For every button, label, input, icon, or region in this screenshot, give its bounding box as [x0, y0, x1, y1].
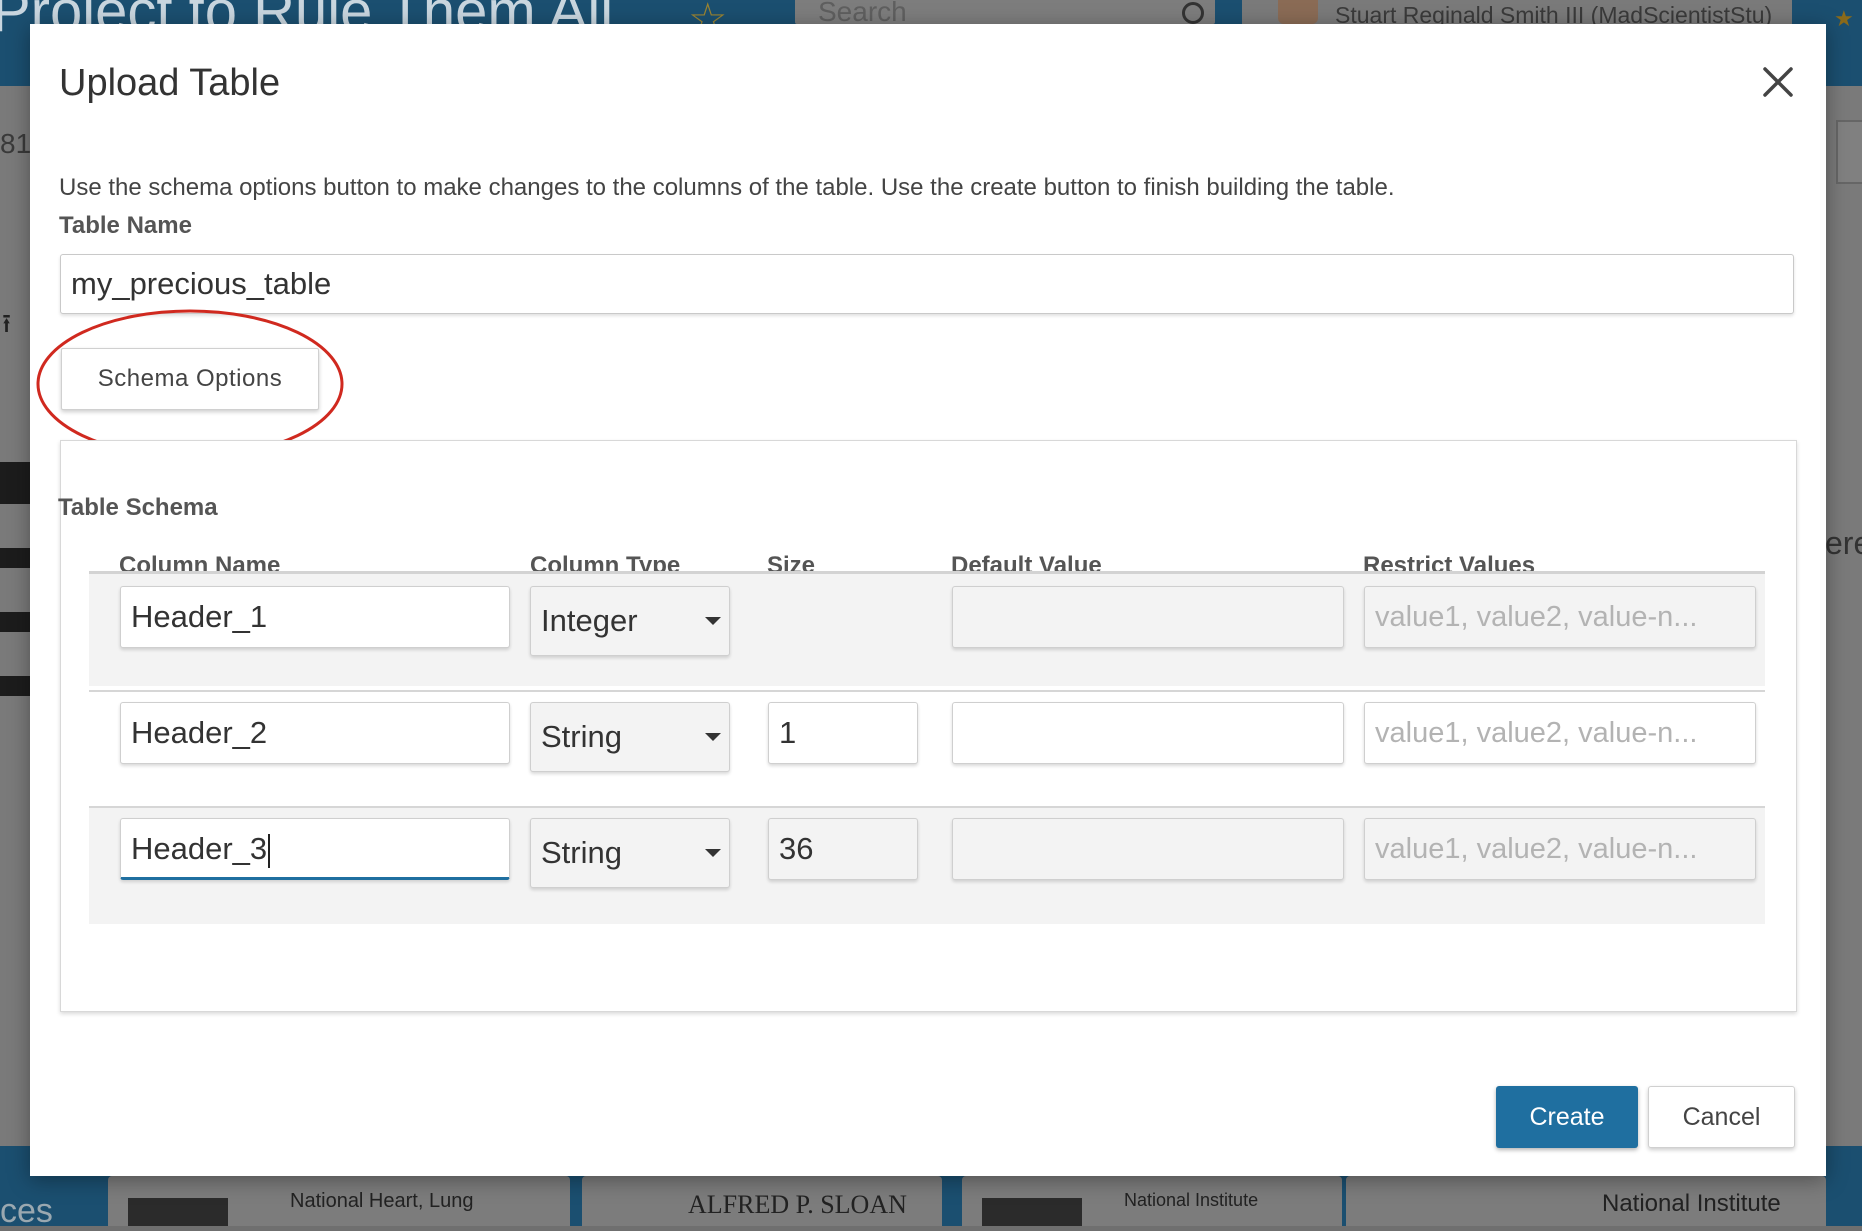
default-value-input[interactable]: [952, 586, 1344, 648]
restrict-values-input[interactable]: value1, value2, value-n...: [1364, 818, 1756, 880]
table-name-input[interactable]: [60, 254, 1794, 314]
sponsor-logo-text: ALFRED P. SLOAN: [688, 1190, 907, 1219]
background-bar: [0, 612, 30, 632]
column-type-select[interactable]: String: [530, 818, 730, 888]
restrict-values-input[interactable]: value1, value2, value-n...: [1364, 586, 1756, 648]
background-right-text: ere: [1825, 525, 1862, 561]
search-icon: [1182, 2, 1204, 24]
column-type-value: Integer: [541, 603, 638, 638]
background-bar: [0, 548, 30, 568]
star-icon: ★: [1834, 6, 1854, 31]
chevron-down-icon: [705, 617, 721, 625]
background-right-panel: [1826, 86, 1862, 1146]
create-button[interactable]: Create: [1496, 1086, 1638, 1148]
column-type-select[interactable]: Integer: [530, 586, 730, 656]
column-type-select[interactable]: String: [530, 702, 730, 772]
restrict-values-input[interactable]: value1, value2, value-n...: [1364, 702, 1756, 764]
row-divider: [89, 690, 1765, 692]
size-input[interactable]: 1: [768, 702, 918, 764]
column-name-input[interactable]: Header_3: [120, 818, 510, 880]
upload-icon: ⭱: [2, 308, 12, 338]
column-name-value: Header_3: [131, 831, 268, 866]
modal-title: Upload Table: [59, 62, 281, 104]
sponsor-logo-text: National Institute: [1124, 1190, 1259, 1210]
background-bar: [0, 462, 30, 504]
instructions-text: Use the schema options button to make ch…: [59, 174, 1395, 201]
sponsor-logo-text: National Heart, Lung: [290, 1190, 474, 1212]
sponsor-logo-text: National Institute: [1602, 1190, 1781, 1217]
nih-logo-icon: [982, 1198, 1082, 1226]
background-right-box: [1836, 120, 1862, 184]
close-button[interactable]: [1756, 60, 1800, 104]
chevron-down-icon: [705, 849, 721, 857]
default-value-input[interactable]: [952, 818, 1344, 880]
chevron-down-icon: [705, 733, 721, 741]
column-name-input[interactable]: Header_1: [120, 586, 510, 648]
close-icon: [1763, 67, 1793, 97]
upload-table-modal: Upload Table Use the schema options butt…: [30, 24, 1826, 1176]
text-cursor: [268, 833, 271, 868]
sponsor-logo: National Heart, Lung: [108, 1176, 570, 1226]
avatar: [1278, 0, 1318, 24]
footer-text: ces: [0, 1192, 53, 1230]
nih-logo-icon: [128, 1198, 228, 1226]
sponsor-logo: ALFRED P. SLOAN: [582, 1176, 942, 1226]
table-schema-title: Table Schema: [58, 494, 218, 521]
cancel-button[interactable]: Cancel: [1648, 1086, 1795, 1148]
background-bar: [0, 676, 30, 696]
column-type-value: String: [541, 719, 622, 754]
size-input[interactable]: 36: [768, 818, 918, 880]
background-left-text: 81: [0, 128, 32, 159]
table-name-label: Table Name: [59, 212, 192, 239]
sponsor-logo: National Institute: [962, 1176, 1342, 1226]
schema-options-button[interactable]: Schema Options: [61, 348, 319, 410]
column-name-input[interactable]: Header_2: [120, 702, 510, 764]
default-value-input[interactable]: [952, 702, 1344, 764]
column-type-value: String: [541, 835, 622, 870]
sponsor-logo: National Institute: [1346, 1176, 1826, 1226]
